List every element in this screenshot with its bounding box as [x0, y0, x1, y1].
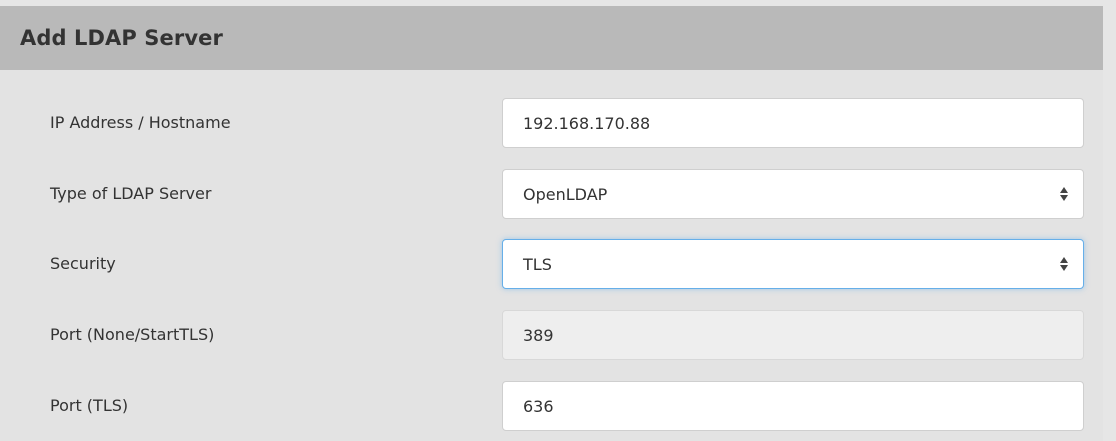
add-ldap-server-panel: Add LDAP Server IP Address / Hostname 19…: [0, 0, 1116, 441]
port-starttls-row: Port (None/StartTLS) 389: [0, 310, 1103, 360]
port-starttls-label: Port (None/StartTLS): [50, 325, 215, 344]
security-label: Security: [50, 254, 116, 273]
port-tls-value: 636: [523, 396, 554, 416]
ip-address-value: 192.168.170.88: [523, 113, 651, 133]
ldap-server-form: IP Address / Hostname 192.168.170.88 Typ…: [0, 70, 1103, 441]
panel-title: Add LDAP Server: [20, 26, 223, 50]
port-tls-row: Port (TLS) 636: [0, 381, 1103, 431]
server-type-row: Type of LDAP Server OpenLDAP: [0, 169, 1103, 219]
ip-address-row: IP Address / Hostname 192.168.170.88: [0, 98, 1103, 148]
port-starttls-input: 389: [502, 310, 1084, 360]
panel-header: Add LDAP Server: [0, 6, 1103, 70]
select-updown-icon: [1053, 239, 1075, 289]
port-starttls-value: 389: [523, 325, 554, 345]
select-updown-icon: [1053, 169, 1075, 219]
security-row: Security TLS: [0, 239, 1103, 289]
server-type-value: OpenLDAP: [523, 184, 608, 204]
security-select[interactable]: TLS: [502, 239, 1084, 289]
server-type-label: Type of LDAP Server: [50, 184, 212, 203]
ip-address-input[interactable]: 192.168.170.88: [502, 98, 1084, 148]
ip-address-label: IP Address / Hostname: [50, 113, 231, 132]
port-tls-input[interactable]: 636: [502, 381, 1084, 431]
port-tls-label: Port (TLS): [50, 396, 129, 415]
security-value: TLS: [523, 254, 552, 274]
server-type-select[interactable]: OpenLDAP: [502, 169, 1084, 219]
